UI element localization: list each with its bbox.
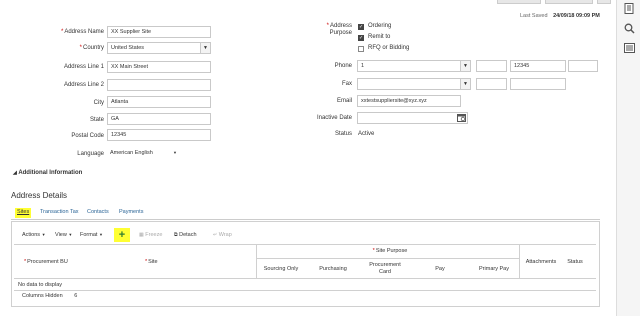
site-purpose-divider — [256, 258, 519, 259]
chevron-down-icon[interactable]: ▼ — [173, 148, 177, 158]
language-value: American English — [110, 150, 153, 156]
remit-to-checkbox[interactable] — [358, 35, 364, 41]
col-procurement-bu[interactable]: *Procurement BU — [24, 259, 68, 265]
phone-area-code-input[interactable] — [476, 60, 507, 72]
fax-label: Fax — [341, 81, 352, 87]
country-select[interactable]: United States ▼ — [107, 42, 211, 54]
right-rail — [616, 0, 640, 316]
chevron-down-icon: ▼ — [68, 232, 73, 237]
fax-country-code-select[interactable]: ▼ — [357, 78, 471, 90]
col-purchasing[interactable]: Purchasing — [310, 266, 356, 272]
top-button-2[interactable] — [545, 0, 593, 4]
inactive-date-label: Inactive Date — [316, 115, 352, 121]
language-label: Language — [77, 151, 104, 157]
col-attachments[interactable]: Attachments — [520, 259, 562, 265]
site-purpose-group: *Site Purpose — [372, 248, 408, 254]
language-select[interactable]: American English ▼ — [107, 148, 179, 160]
col-sourcing-only[interactable]: Sourcing Only — [258, 266, 304, 272]
wrap-icon: ↵ — [213, 232, 218, 238]
address-name-label: *Address Name — [60, 29, 104, 35]
last-saved: Last Saved 24/09/18 09:09 PM — [520, 13, 600, 19]
tab-sites[interactable]: Sites — [17, 209, 29, 215]
add-icon: + — [118, 229, 126, 241]
ordering-label: Ordering — [368, 23, 392, 29]
address-line1-input[interactable]: XX Main Street — [107, 61, 211, 73]
document-icon[interactable] — [623, 2, 635, 14]
columns-hidden: Columns Hidden 6 — [22, 293, 77, 299]
rfq-bidding-checkbox[interactable] — [358, 46, 364, 52]
fax-number-input[interactable] — [510, 78, 566, 90]
address-purpose-label: *Address Purpose — [326, 23, 352, 36]
phone-label: Phone — [334, 63, 352, 69]
remit-to-label: Remit to — [368, 34, 391, 40]
address-line2-input[interactable] — [107, 79, 211, 91]
ordering-checkbox[interactable] — [358, 24, 364, 30]
inactive-date-input[interactable] — [357, 112, 468, 124]
postal-code-input[interactable]: 12345 — [107, 129, 211, 141]
list-icon[interactable] — [623, 42, 635, 54]
email-label: Email — [336, 98, 352, 104]
chevron-down-icon: ▼ — [98, 232, 103, 237]
col-primary-pay[interactable]: Primary Pay — [470, 266, 518, 272]
col-pay[interactable]: Pay — [425, 266, 455, 272]
email-input[interactable]: xxtestsuppliersite@xyz.xyz — [357, 95, 461, 107]
rfq-bidding-label: RFQ or Bidding — [368, 45, 410, 51]
tab-payments[interactable]: Payments — [119, 209, 143, 215]
calendar-icon[interactable] — [457, 113, 466, 122]
country-value: United States — [111, 45, 145, 51]
table-header — [14, 244, 596, 279]
expand-triangle-icon: ◢ — [13, 170, 17, 176]
table-footer-divider — [14, 290, 596, 291]
columns-hidden-value: 6 — [74, 293, 78, 299]
last-saved-value: 24/09/18 09:09 PM — [553, 13, 600, 19]
tab-transaction-tax[interactable]: Transaction Tax — [40, 209, 79, 215]
add-button[interactable]: + — [114, 228, 130, 242]
chevron-down-icon: ▼ — [41, 232, 46, 237]
postal-code-label: Postal Code — [71, 133, 104, 139]
additional-info-label: Additional Information — [18, 170, 83, 176]
col-site[interactable]: *Site — [145, 259, 158, 265]
country-label: *Country — [79, 45, 104, 51]
col-status[interactable]: Status — [563, 259, 587, 265]
actions-menu[interactable]: Actions ▼ — [22, 232, 46, 238]
top-button-1[interactable] — [497, 0, 541, 4]
view-menu[interactable]: View ▼ — [55, 232, 72, 238]
last-saved-label: Last Saved — [520, 13, 548, 19]
city-label: City — [93, 100, 104, 106]
fax-area-code-input[interactable] — [476, 78, 507, 90]
phone-country-code-value: 1 — [361, 63, 365, 69]
wrap-button[interactable]: ↵ Wrap — [213, 232, 232, 238]
state-input[interactable]: GA — [107, 113, 211, 125]
address-name-input[interactable]: XX Supplier Site — [107, 26, 211, 38]
state-label: State — [89, 117, 104, 123]
tabs-underline — [11, 219, 600, 220]
chevron-down-icon[interactable]: ▼ — [460, 79, 470, 89]
col-divider-1 — [256, 244, 257, 279]
detach-icon: ⧉ — [174, 232, 178, 238]
search-icon[interactable] — [623, 22, 635, 34]
freeze-icon: ▦ — [139, 232, 144, 238]
city-input[interactable]: Atlanta — [107, 96, 211, 108]
address-details-title: Address Details — [11, 191, 68, 200]
address-line2-label: Address Line 2 — [63, 82, 104, 88]
status-label: Status — [334, 131, 352, 137]
phone-extension-input[interactable] — [568, 60, 598, 72]
tab-contacts[interactable]: Contacts — [87, 209, 109, 215]
phone-country-code-select[interactable]: 1 ▼ — [357, 60, 471, 72]
chevron-down-icon[interactable]: ▼ — [200, 43, 210, 53]
address-line1-label: Address Line 1 — [63, 64, 104, 70]
status-value: Active — [358, 131, 375, 137]
detach-button[interactable]: ⧉ Detach — [174, 232, 197, 238]
table-empty-text: No data to display — [18, 282, 63, 288]
columns-hidden-label: Columns Hidden — [22, 293, 63, 299]
phone-number-input[interactable]: 12345 — [510, 60, 566, 72]
additional-info-toggle[interactable]: ◢ Additional Information — [13, 170, 82, 176]
top-button-3[interactable] — [597, 0, 611, 4]
format-menu[interactable]: Format ▼ — [80, 232, 103, 238]
chevron-down-icon[interactable]: ▼ — [460, 61, 470, 71]
col-procurement-card[interactable]: Procurement Card — [360, 262, 410, 276]
freeze-button[interactable]: ▦ Freeze — [139, 232, 162, 238]
